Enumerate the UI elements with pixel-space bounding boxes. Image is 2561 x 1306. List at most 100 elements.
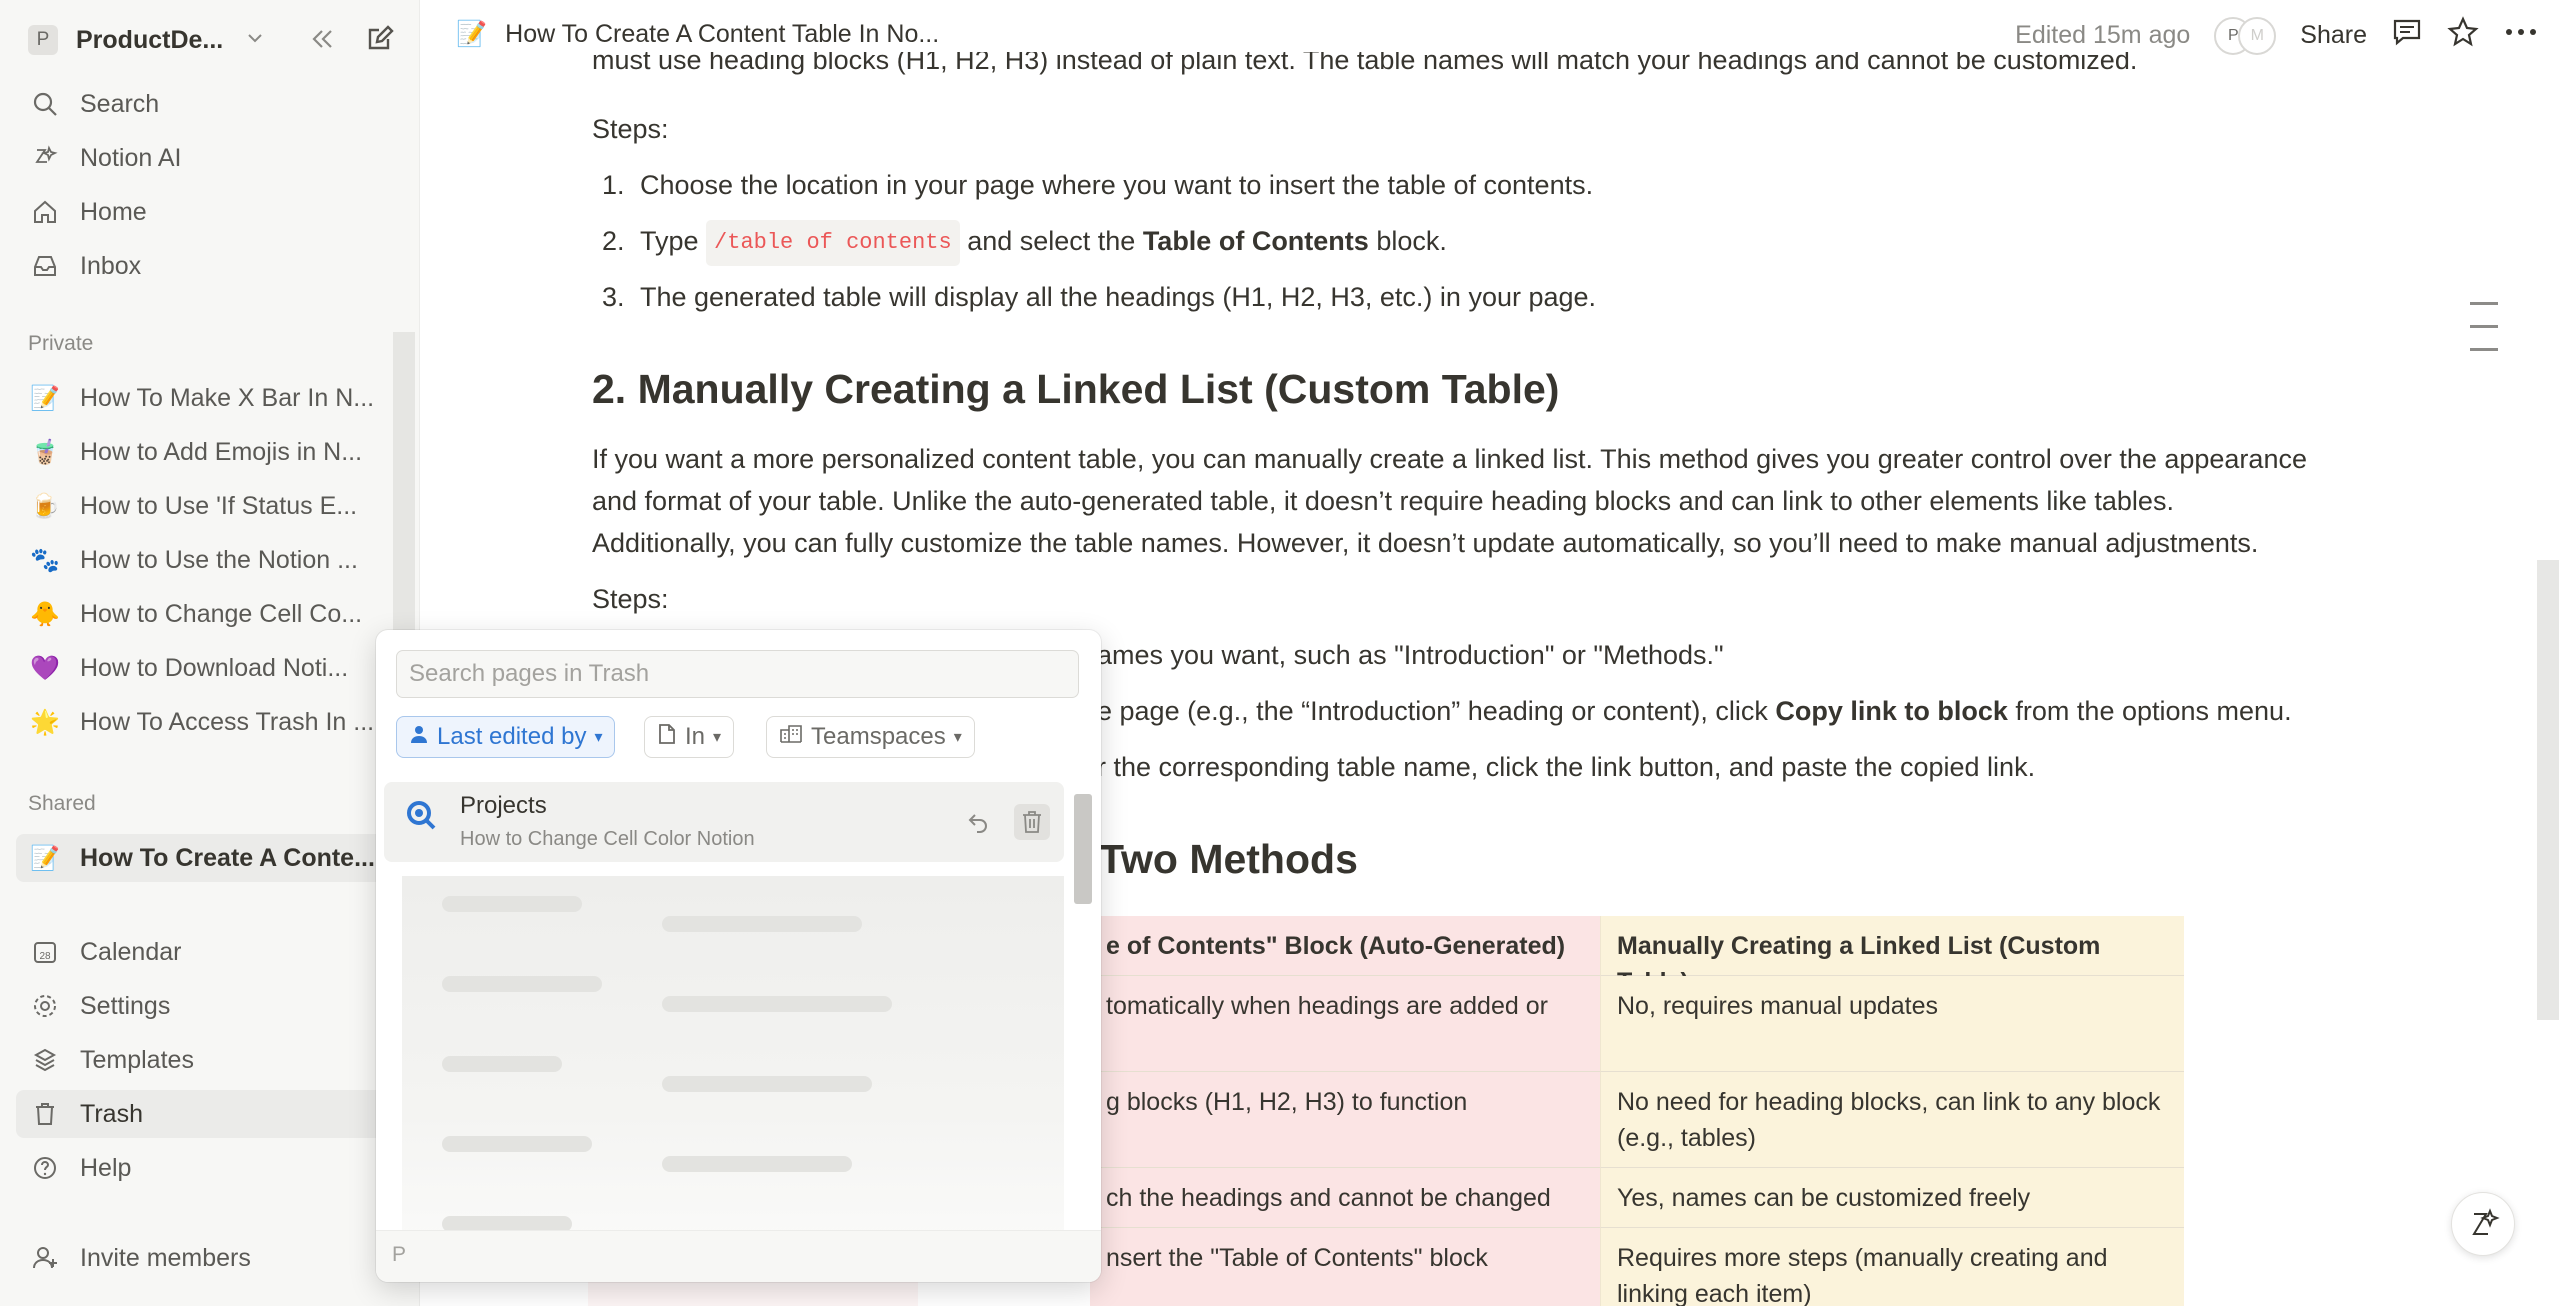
sidebar-page-label: How to Add Emojis in N... — [80, 437, 363, 466]
scrollbar-thumb[interactable] — [1074, 794, 1092, 904]
notion-ai-icon — [30, 143, 60, 173]
sidebar-item-notion-ai[interactable]: Notion AI — [16, 134, 408, 182]
templates-icon — [30, 1045, 60, 1075]
calendar-icon: 28 — [30, 937, 60, 967]
help-icon — [30, 1153, 60, 1183]
trash-item[interactable]: Projects How to Change Cell Color Notion — [384, 782, 1064, 862]
trash-popup: Last edited by ▾ In ▾ Teamspaces ▾ Proje… — [376, 630, 1101, 1282]
restore-icon[interactable] — [960, 804, 996, 840]
sidebar-page[interactable]: 💜 How to Download Noti... — [16, 644, 408, 692]
add-person-icon — [30, 1243, 60, 1273]
shared-section-label: Shared — [28, 792, 96, 815]
sidebar-item-templates[interactable]: Templates — [16, 1036, 408, 1084]
list-item: e page (e.g., the “Introduction” heading… — [1097, 696, 2292, 726]
page-emoji-icon: 🌟 — [30, 708, 60, 736]
paragraph-line: Additionally, you can fully customize th… — [592, 528, 2259, 558]
share-button[interactable]: Share — [2300, 21, 2367, 50]
page-emoji-icon: 💜 — [30, 654, 60, 682]
trash-popup-footer: P — [376, 1230, 1101, 1282]
toc-outline-marks[interactable] — [2470, 302, 2498, 371]
sidebar-item-calendar[interactable]: 28 Calendar — [16, 928, 408, 976]
sidebar-page-current[interactable]: 📝 How To Create A Conte... — [16, 834, 408, 882]
table-header: e of Contents" Block (Auto-Generated) — [1090, 916, 1600, 976]
page-emoji-icon: 🐥 — [30, 600, 60, 628]
sidebar-page[interactable]: 🧋 How to Add Emojis in N... — [16, 428, 408, 476]
inbox-icon — [30, 251, 60, 281]
star-icon[interactable] — [2447, 16, 2479, 55]
sidebar-item-label: Templates — [80, 1045, 194, 1074]
sidebar-page-label: How to Download Noti... — [80, 653, 349, 682]
sidebar-item-trash[interactable]: Trash — [16, 1090, 408, 1138]
sidebar-item-label: Notion AI — [80, 143, 182, 172]
filter-last-edited-by[interactable]: Last edited by ▾ — [396, 716, 616, 758]
table-cell: No need for heading blocks, can link to … — [1600, 1072, 2184, 1168]
delete-permanently-icon[interactable] — [1014, 804, 1050, 840]
edited-timestamp: Edited 15m ago — [2015, 21, 2191, 49]
heading-2: 2. Manually Creating a Linked List (Cust… — [592, 366, 1560, 412]
table-cell: tomatically when headings are added or — [1090, 976, 1600, 1072]
sidebar-item-help[interactable]: Help — [16, 1144, 408, 1192]
breadcrumb-title: How To Create A Content Table In No... — [505, 20, 940, 48]
paragraph-line: If you want a more personalized content … — [592, 444, 2307, 474]
table-cell: g blocks (H1, H2, H3) to function — [1090, 1072, 1600, 1168]
sidebar-page[interactable]: 🌟 How To Access Trash In ... — [16, 698, 408, 746]
sidebar-item-label: Settings — [80, 991, 171, 1020]
filter-teamspaces[interactable]: Teamspaces ▾ — [766, 716, 975, 758]
page-scrollbar[interactable] — [2537, 560, 2559, 1020]
sidebar-item-label: Calendar — [80, 937, 182, 966]
avatar: M — [2238, 16, 2277, 55]
workspace-switcher[interactable]: P ProductDe... — [28, 22, 265, 58]
database-search-icon — [404, 798, 438, 837]
steps-label: Steps: — [592, 584, 669, 614]
steps-label: Steps: — [592, 114, 669, 144]
sidebar-page[interactable]: 🐥 How to Change Cell Co... — [16, 590, 408, 638]
table-cell: ch the headings and cannot be changed — [1090, 1168, 1600, 1228]
sidebar-item-settings[interactable]: Settings — [16, 982, 408, 1030]
svg-text:28: 28 — [39, 951, 51, 962]
table-cell: nsert the "Table of Contents" block — [1090, 1228, 1600, 1306]
trash-list-scrollbar[interactable] — [1072, 780, 1094, 1100]
sidebar-item-inbox[interactable]: Inbox — [16, 242, 408, 290]
trash-icon — [30, 1099, 60, 1129]
trash-search-input[interactable] — [396, 650, 1079, 698]
sidebar-page[interactable]: 📝 How To Make X Bar In N... — [16, 374, 408, 422]
trash-item-title: Projects — [460, 792, 547, 819]
notion-ai-button[interactable] — [2451, 1192, 2515, 1256]
page-emoji-icon: 📝 — [456, 20, 488, 48]
teamspace-icon — [779, 723, 803, 751]
sidebar-item-label: Trash — [80, 1099, 143, 1128]
sidebar-page[interactable]: 🍺 How to Use 'If Status E... — [16, 482, 408, 530]
heading-3: Two Methods — [1099, 836, 1358, 882]
notion-ai-icon — [2472, 1208, 2500, 1235]
page-emoji-icon: 🐾 — [30, 546, 60, 574]
invite-members-button[interactable]: Invite members — [16, 1234, 408, 1282]
page-emoji-icon: 🍺 — [30, 492, 60, 520]
sidebar-page-label: How To Make X Bar In N... — [80, 383, 375, 412]
workspace-name: ProductDe... — [76, 25, 224, 54]
list-item: 2. Type /table of contents and select th… — [592, 220, 1447, 266]
list-item: 3. The generated table will display all t… — [602, 282, 1597, 312]
more-icon[interactable] — [2503, 16, 2539, 55]
breadcrumb[interactable]: 📝 How To Create A Content Table In No... — [456, 20, 939, 49]
comment-icon[interactable] — [2391, 16, 2423, 55]
sidebar-item-label: Home — [80, 197, 147, 226]
chevron-down-icon: ▾ — [594, 729, 603, 746]
sidebar-page[interactable]: 🐾 How to Use the Notion ... — [16, 536, 408, 584]
filter-in[interactable]: In ▾ — [644, 716, 735, 758]
sidebar-item-label: Help — [80, 1153, 132, 1182]
sidebar-item-label: Inbox — [80, 251, 142, 280]
sidebar-page-label: How to Use the Notion ... — [80, 545, 358, 574]
new-page-icon[interactable] — [363, 22, 397, 61]
avatar-group[interactable]: P M — [2214, 16, 2277, 55]
sidebar-item-search[interactable]: Search — [16, 80, 408, 128]
sidebar-item-home[interactable]: Home — [16, 188, 408, 236]
inline-code: /table of contents — [706, 220, 960, 266]
list-item: 1. Choose the location in your page where… — [602, 170, 1594, 200]
page-emoji-icon: 📝 — [30, 844, 60, 872]
trash-item-location: How to Change Cell Color Notion — [460, 828, 755, 850]
collapse-sidebar-icon[interactable] — [305, 22, 339, 61]
page-emoji-icon: 📝 — [30, 384, 60, 412]
page-icon — [657, 723, 677, 752]
page-emoji-icon: 🧋 — [30, 438, 60, 466]
paragraph-line: and format of your table. Unlike the aut… — [592, 486, 2174, 516]
